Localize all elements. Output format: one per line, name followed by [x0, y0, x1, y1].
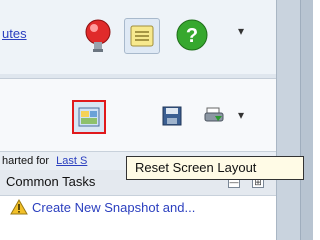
save-icon	[162, 106, 182, 126]
common-tasks-title: Common Tasks	[6, 174, 96, 189]
reset-screen-layout-tooltip: Reset Screen Layout	[126, 156, 304, 180]
last-snapshot-link[interactable]: Last S	[56, 155, 87, 167]
help-button[interactable]: ?	[174, 16, 210, 54]
notes-icon	[130, 25, 154, 47]
alert-button[interactable]	[80, 18, 116, 54]
secondary-toolbar-panel	[0, 79, 276, 151]
task-row[interactable]: Create New Snapshot and...	[0, 196, 276, 218]
create-new-snapshot-link[interactable]: Create New Snapshot and...	[32, 200, 195, 215]
notes-button[interactable]	[124, 18, 160, 54]
help-icon: ?	[176, 19, 208, 51]
printer-icon	[204, 107, 224, 122]
help-dropdown-arrow[interactable]: ▾	[238, 24, 244, 38]
save-layout-button[interactable]	[160, 104, 184, 128]
print-dropdown-arrow[interactable]: ▾	[238, 108, 244, 122]
alert-icon	[85, 19, 111, 52]
warning-icon	[10, 199, 28, 215]
svg-text:?: ?	[186, 25, 198, 47]
print-button[interactable]	[202, 104, 226, 128]
reset-screen-layout-button[interactable]	[72, 100, 106, 134]
top-link[interactable]: utes	[2, 26, 27, 41]
right-scrollbar[interactable]	[300, 0, 313, 240]
charted-for-label: harted for	[2, 155, 50, 167]
reset-layout-icon	[78, 107, 100, 127]
